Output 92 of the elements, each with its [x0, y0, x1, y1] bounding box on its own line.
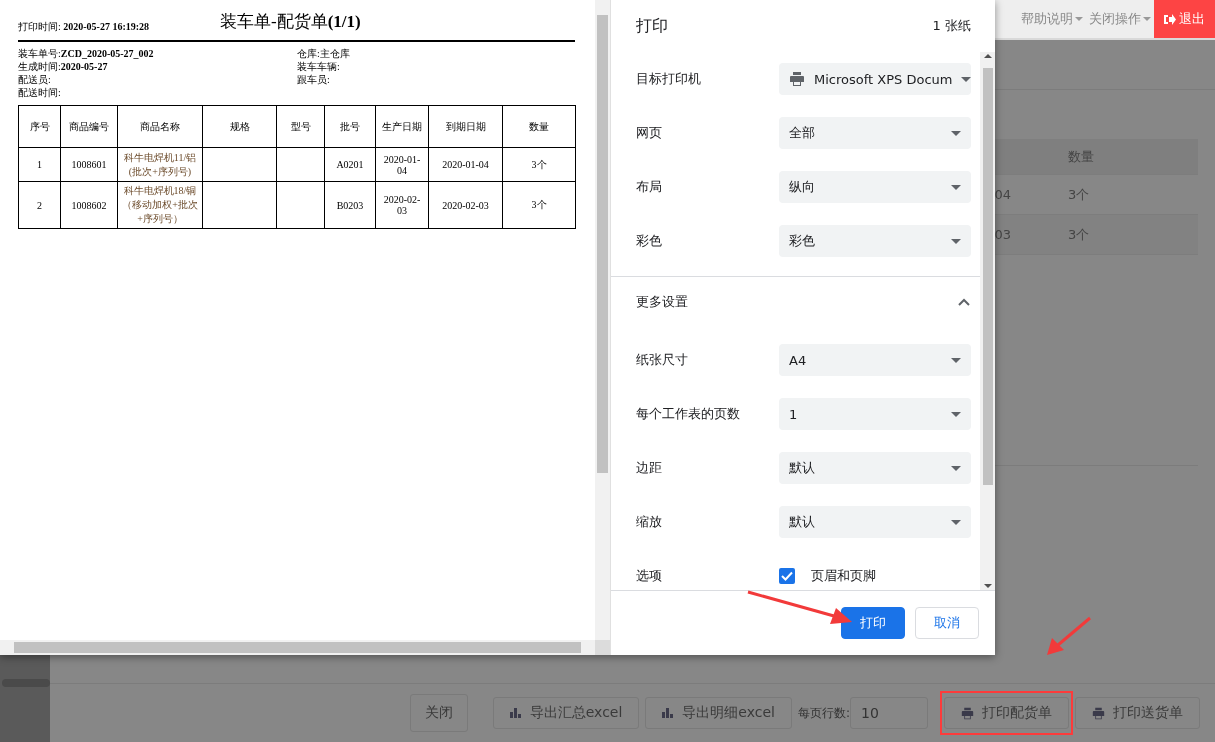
- table-cell: 科牛电焊机18/铜（移动加权+批次+序列号）: [117, 181, 203, 229]
- dropdown-caret-icon: [951, 465, 961, 471]
- table-cell: 2020-01-04: [375, 147, 429, 182]
- table-cell: 03: [994, 227, 1011, 242]
- table-cell: B0203: [324, 181, 376, 229]
- print-button[interactable]: 打印送货单: [1075, 697, 1200, 729]
- checkbox-label: 页眉和页脚: [811, 567, 876, 585]
- printer-icon: [961, 706, 974, 720]
- column-header: 批号: [324, 105, 376, 148]
- document-title: 装车单-配货单(1/1): [220, 11, 361, 33]
- table-cell: 1008602: [60, 181, 118, 229]
- select-field[interactable]: Microsoft XPS Docum: [779, 63, 971, 95]
- printer-icon: [1092, 706, 1105, 720]
- caret-icon: [1075, 17, 1083, 21]
- export-button[interactable]: 导出汇总excel: [492, 697, 640, 729]
- dropdown-caret-icon: [951, 357, 961, 363]
- select-field[interactable]: 彩色: [779, 225, 971, 257]
- scrollbar-thumb[interactable]: [14, 642, 581, 653]
- column-header: 数量: [502, 105, 576, 148]
- menu-item[interactable]: 帮助说明: [1018, 0, 1086, 38]
- print-button[interactable]: 打印配货单: [944, 697, 1069, 729]
- annotation-arrow: [1047, 616, 1091, 655]
- table-cell-text: 3个: [1068, 225, 1091, 244]
- info-field: 配送员:: [18, 73, 297, 86]
- table-cell: 2020-01-04: [428, 147, 503, 182]
- setting-label: 缩放: [636, 513, 663, 531]
- logout-icon: [1164, 13, 1176, 25]
- info-field: 配送时间:: [18, 86, 297, 99]
- dialog-title: 打印: [636, 15, 668, 37]
- scrollbar-thumb[interactable]: [597, 15, 608, 473]
- sheet-count: 1 张纸: [932, 17, 971, 35]
- setting-label: 纸张尺寸: [636, 351, 689, 369]
- select-field[interactable]: 1: [779, 398, 971, 430]
- bar-chart-icon: [662, 708, 675, 718]
- table-cell-text: 3个: [1068, 185, 1091, 204]
- setting-label: 目标打印机: [636, 70, 702, 88]
- dropdown-caret-icon: [951, 184, 961, 190]
- export-button[interactable]: 导出明细excel: [645, 697, 792, 729]
- cancel-button[interactable]: 取消: [915, 607, 979, 639]
- column-header: 商品编号: [60, 105, 118, 148]
- rows-per-page-input[interactable]: 10: [850, 697, 928, 729]
- info-field: 装车单号:ZCD_2020-05-27_002: [18, 47, 297, 60]
- column-header: 生产日期: [375, 105, 429, 148]
- table-cell: 2: [18, 181, 61, 229]
- dropdown-caret-icon: [951, 130, 961, 136]
- table-cell: 1: [18, 147, 61, 182]
- select-field[interactable]: A4: [779, 344, 971, 376]
- column-header: 规格: [202, 105, 277, 148]
- more-settings-toggle[interactable]: 更多设置: [611, 277, 980, 327]
- scrollbar-thumb[interactable]: [982, 67, 993, 485]
- setting-label: 网页: [636, 124, 663, 142]
- table-cell: 科牛电焊机11/铝(批次+序列号): [117, 147, 203, 182]
- select-field[interactable]: 默认: [779, 452, 971, 484]
- table-cell: 3个: [502, 147, 576, 182]
- dropdown-caret-icon: [951, 519, 961, 525]
- column-header: 到期日期: [428, 105, 503, 148]
- print-time: 打印时间: 2020-05-27 16:19:28: [18, 20, 151, 34]
- column-header: 型号: [276, 105, 325, 148]
- select-field[interactable]: 纵向: [779, 171, 971, 203]
- info-field: 装车车辆:: [297, 60, 576, 73]
- info-field: 仓库:主仓库: [297, 47, 576, 60]
- printer-icon: [789, 71, 805, 87]
- bar-chart-icon: [509, 708, 522, 718]
- table-cell: 1008601: [60, 147, 118, 182]
- setting-label: 选项: [636, 567, 663, 585]
- table-cell: 2020-02-03: [375, 181, 429, 229]
- select-field[interactable]: 全部: [779, 117, 971, 149]
- print-button[interactable]: 打印: [841, 607, 905, 639]
- select-field[interactable]: 默认: [779, 506, 971, 538]
- scroll-down-icon[interactable]: [983, 584, 992, 588]
- exit-button[interactable]: 退出: [1154, 0, 1215, 38]
- column-header: 序号: [18, 105, 61, 148]
- close-button[interactable]: 关闭: [409, 694, 468, 732]
- info-field: 生成时间:2020-05-27: [18, 60, 297, 73]
- table-cell: 2020-02-03: [428, 181, 503, 229]
- setting-label: 彩色: [636, 232, 663, 250]
- info-field: 跟车员:: [297, 73, 576, 86]
- column-header: 商品名称: [117, 105, 203, 148]
- setting-label: 边距: [636, 459, 663, 477]
- setting-label: 布局: [636, 178, 663, 196]
- checkbox[interactable]: [779, 568, 795, 584]
- dropdown-caret-icon: [961, 76, 972, 82]
- table-cell: 3个: [502, 181, 576, 229]
- dropdown-caret-icon: [951, 238, 961, 244]
- table-cell: A0201: [324, 147, 376, 182]
- setting-label: 每个工作表的页数: [636, 405, 741, 423]
- dropdown-caret-icon: [951, 411, 961, 417]
- chevron-up-icon: [958, 298, 970, 306]
- table-cell: 04: [994, 187, 1011, 202]
- rows-per-page-label: 每页行数:: [797, 704, 850, 722]
- scroll-up-icon[interactable]: [983, 54, 992, 58]
- scrollbar-thumb[interactable]: [2, 679, 50, 687]
